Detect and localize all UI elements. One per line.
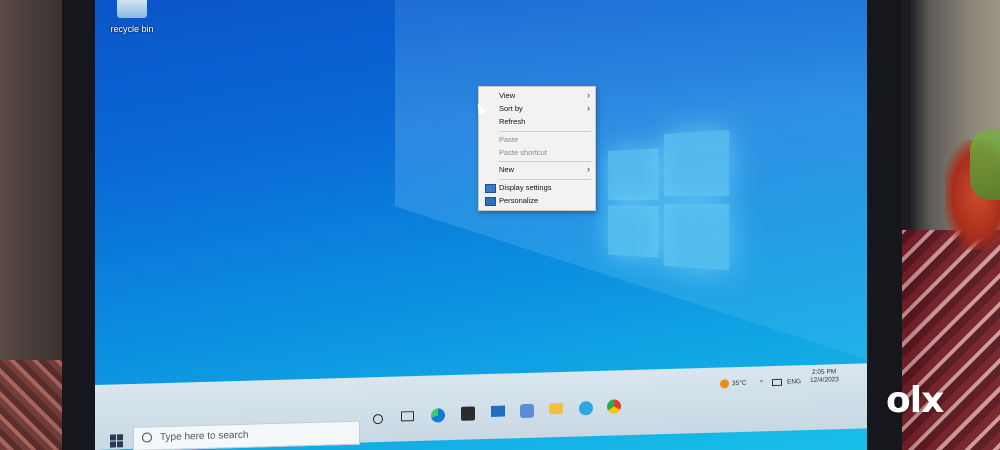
menu-separator bbox=[499, 161, 591, 162]
fabric-left bbox=[0, 360, 70, 450]
menu-item-label: Paste shortcut bbox=[499, 148, 547, 157]
chrome-icon[interactable] bbox=[607, 399, 621, 414]
menu-item-paste-shortcut[interactable]: Paste shortcut bbox=[499, 147, 595, 158]
chevron-up-icon[interactable]: ^ bbox=[760, 379, 763, 386]
windows-logo-wallpaper bbox=[608, 125, 730, 274]
taskbar: Type here to search 35°C ^ ENG 2:05 PM 1… bbox=[95, 363, 867, 450]
system-tray: 35°C ^ ENG 2:05 PM 12/4/2023 bbox=[720, 368, 867, 407]
weather-icon[interactable] bbox=[720, 379, 729, 389]
desktop-screen[interactable]: recycle bin View › Sort by › Refresh Pas… bbox=[95, 0, 867, 450]
chevron-right-icon: › bbox=[587, 90, 590, 100]
folder-icon[interactable] bbox=[549, 402, 563, 415]
menu-item-label: Refresh bbox=[499, 117, 526, 126]
menu-separator bbox=[499, 179, 591, 180]
menu-item-label: Display settings bbox=[499, 183, 552, 192]
menu-item-view[interactable]: View › bbox=[499, 90, 595, 101]
recycle-bin-icon bbox=[117, 0, 147, 18]
chevron-right-icon: › bbox=[587, 103, 590, 113]
telegram-icon[interactable] bbox=[579, 401, 593, 416]
menu-item-paste[interactable]: Paste bbox=[499, 134, 595, 145]
cortana-icon[interactable] bbox=[373, 413, 383, 425]
menu-item-personalize[interactable]: Personalize bbox=[499, 195, 595, 206]
chevron-right-icon: › bbox=[587, 164, 590, 174]
cloth-green bbox=[970, 130, 1000, 200]
menu-item-label: Paste bbox=[499, 135, 519, 144]
photo-scene: recycle bin View › Sort by › Refresh Pas… bbox=[0, 0, 1000, 450]
start-button[interactable] bbox=[110, 434, 124, 448]
mail-icon[interactable] bbox=[491, 405, 505, 417]
menu-item-refresh[interactable]: Refresh bbox=[499, 116, 595, 127]
recycle-bin-shortcut[interactable]: recycle bin bbox=[107, 0, 157, 34]
menu-item-label: View bbox=[499, 91, 516, 100]
weather-temp[interactable]: 35°C bbox=[732, 380, 747, 387]
clock-date[interactable]: 12/4/2023 bbox=[810, 376, 839, 384]
recycle-bin-label: recycle bin bbox=[110, 24, 154, 34]
desktop-context-menu: View › Sort by › Refresh Paste Paste sho… bbox=[478, 86, 596, 211]
menu-item-label: Sort by bbox=[499, 104, 523, 113]
menu-item-label: Personalize bbox=[499, 196, 539, 205]
menu-item-display-settings[interactable]: Display settings bbox=[499, 182, 595, 193]
clock-time[interactable]: 2:05 PM bbox=[812, 368, 836, 376]
menu-item-sort-by[interactable]: Sort by › bbox=[499, 103, 595, 114]
store-icon[interactable] bbox=[461, 406, 475, 421]
edge-icon[interactable] bbox=[431, 408, 445, 423]
display-icon bbox=[485, 184, 496, 193]
menu-separator bbox=[499, 131, 591, 132]
personalize-icon bbox=[485, 197, 496, 206]
windows-icon bbox=[110, 434, 116, 441]
search-icon bbox=[142, 432, 152, 443]
chat-icon[interactable] bbox=[520, 403, 534, 419]
battery-icon[interactable] bbox=[772, 378, 782, 387]
language-indicator[interactable]: ENG bbox=[787, 378, 801, 385]
taskbar-search-box[interactable]: Type here to search bbox=[133, 420, 360, 450]
menu-item-new[interactable]: New › bbox=[499, 164, 595, 175]
task-view-icon[interactable] bbox=[401, 411, 414, 422]
search-placeholder: Type here to search bbox=[160, 429, 249, 444]
olx-watermark: olx bbox=[886, 380, 944, 421]
menu-item-label: New bbox=[499, 165, 515, 174]
